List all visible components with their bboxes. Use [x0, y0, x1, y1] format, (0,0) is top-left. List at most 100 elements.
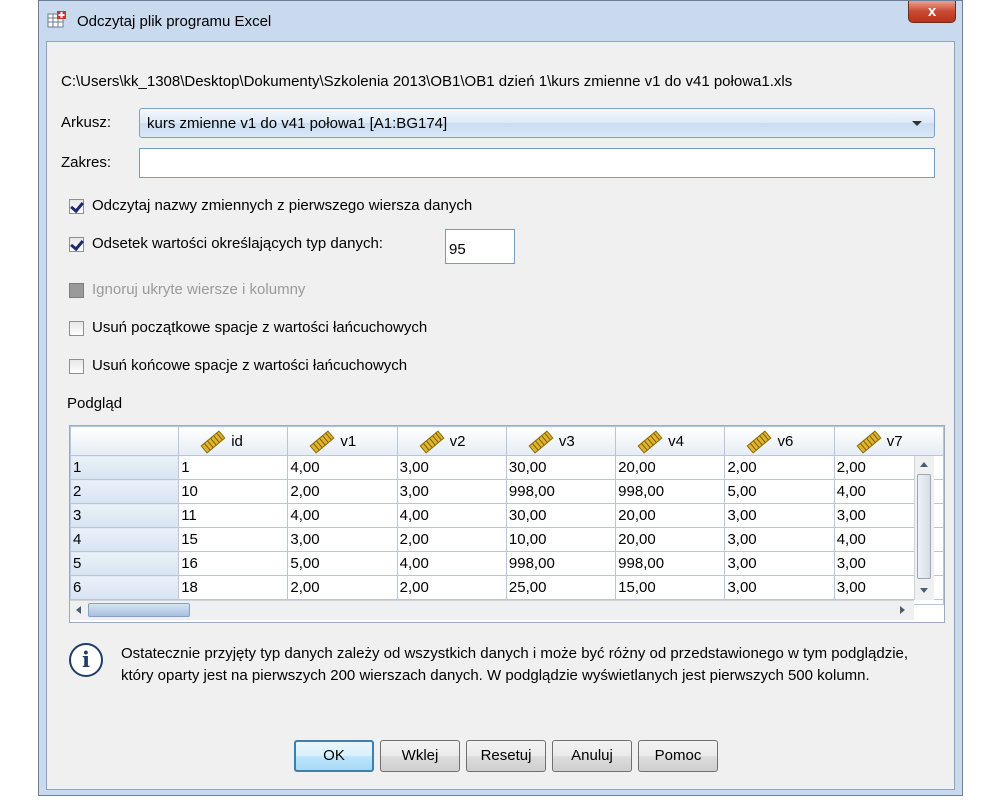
scroll-up-icon[interactable] [920, 462, 928, 467]
table-row[interactable]: 5 16 5,00 4,00 998,00 998,00 3,00 3,00 [70, 551, 944, 576]
table-cell: 2,00 [724, 455, 835, 480]
ok-button[interactable]: OK [294, 740, 374, 772]
remove-leading-checkbox[interactable] [69, 321, 84, 336]
row-header-cell: 6 [70, 575, 180, 600]
table-cell: 5,00 [724, 479, 835, 504]
table-cell: 10 [178, 479, 289, 504]
column-header-label: v7 [886, 432, 903, 450]
table-cell: 3,00 [724, 551, 835, 576]
table-cell: 5,00 [287, 551, 398, 576]
table-row[interactable]: 4 15 3,00 2,00 10,00 20,00 3,00 4,00 [70, 527, 944, 552]
help-button[interactable]: Pomoc [638, 740, 718, 772]
info-text: Ostatecznie przyjęty typ danych zależy o… [121, 645, 909, 684]
range-label: Zakres: [61, 154, 112, 171]
table-cell: 30,00 [505, 503, 617, 528]
scroll-down-icon[interactable] [920, 588, 928, 593]
row-header-cell: 1 [70, 455, 180, 480]
sheet-dropdown-value: kurs zmienne v1 do v41 połowa1 [A1:BG174… [147, 115, 448, 132]
table-cell: 25,00 [505, 575, 617, 600]
scroll-left-icon[interactable] [76, 606, 81, 614]
percent-input[interactable] [445, 229, 515, 264]
column-header-label: v6 [777, 432, 794, 450]
sheet-dropdown[interactable]: kurs zmienne v1 do v41 połowa1 [A1:BG174… [139, 108, 935, 138]
row-header-cell: 4 [70, 527, 180, 552]
table-cell: 4,00 [396, 551, 507, 576]
column-header-label: id [231, 432, 243, 450]
table-cell: 11 [178, 503, 289, 528]
ruler-icon [856, 429, 882, 454]
table-cell: 3,00 [724, 527, 835, 552]
table-cell: 998,00 [615, 479, 726, 504]
row-header-cell: 5 [70, 551, 180, 576]
ruler-icon [309, 429, 335, 454]
column-header[interactable]: v7 [833, 426, 944, 456]
table-row[interactable]: 3 11 4,00 4,00 30,00 20,00 3,00 3,00 [70, 503, 944, 528]
preview-header-row: id v1 v2 v3 v4 v6 v7 [70, 426, 944, 456]
horizontal-scrollbar[interactable] [70, 600, 914, 620]
table-cell: 2,00 [287, 479, 398, 504]
ruler-icon [747, 429, 772, 454]
read-names-checkbox[interactable] [69, 199, 84, 214]
table-cell: 998,00 [505, 479, 617, 504]
table-cell: 30,00 [505, 455, 617, 480]
read-names-label[interactable]: Odczytaj nazwy zmiennych z pierwszego wi… [92, 197, 472, 214]
table-cell: 4,00 [287, 455, 398, 480]
horizontal-scroll-thumb[interactable] [88, 603, 190, 617]
table-cell: 3,00 [724, 575, 835, 600]
column-header-label: v4 [668, 432, 685, 450]
column-header[interactable]: v6 [724, 426, 835, 456]
table-cell: 4,00 [396, 503, 507, 528]
table-cell: 4,00 [287, 503, 398, 528]
table-row[interactable]: 1 1 4,00 3,00 30,00 20,00 2,00 2,00 [70, 455, 944, 480]
table-cell: 20,00 [615, 527, 726, 552]
percent-label[interactable]: Odsetek wartości określających typ danyc… [92, 235, 383, 252]
dialog-window: Odczytaj plik programu Excel x C:\Users\… [38, 0, 963, 796]
table-cell: 15 [178, 527, 289, 552]
table-cell: 2,00 [396, 527, 507, 552]
paste-button[interactable]: Wklej [380, 740, 460, 772]
column-header[interactable]: id [178, 426, 289, 456]
remove-trailing-label[interactable]: Usuń końcowe spacje z wartości łańcuchow… [92, 357, 407, 374]
column-header[interactable]: v4 [615, 426, 726, 456]
dialog-client-area: C:\Users\kk_1308\Desktop\Dokumenty\Szkol… [46, 41, 955, 790]
row-header-cell: 3 [70, 503, 180, 528]
cancel-button[interactable]: Anuluj [552, 740, 632, 772]
table-cell: 16 [178, 551, 289, 576]
table-cell: 10,00 [505, 527, 617, 552]
reset-button[interactable]: Resetuj [466, 740, 546, 772]
table-cell: 20,00 [615, 503, 726, 528]
table-cell: 3,00 [724, 503, 835, 528]
chevron-down-icon[interactable] [912, 121, 922, 126]
column-header[interactable]: v1 [287, 426, 398, 456]
table-cell: 20,00 [615, 455, 726, 480]
range-input[interactable] [139, 148, 935, 178]
percent-checkbox[interactable] [69, 237, 84, 252]
table-cell: 3,00 [287, 527, 398, 552]
preview-grid[interactable]: id v1 v2 v3 v4 v6 v7 1 1 4,00 3,00 30,00 20,00 2,00 2… [69, 425, 945, 623]
table-cell: 2,00 [396, 575, 507, 600]
ruler-icon [637, 429, 663, 454]
column-header-label: v3 [558, 432, 575, 450]
vertical-scrollbar[interactable] [914, 456, 934, 600]
scroll-right-icon[interactable] [900, 606, 905, 614]
row-header-cell: 2 [70, 479, 180, 504]
title-bar[interactable]: Odczytaj plik programu Excel x [39, 1, 962, 41]
column-header[interactable]: v2 [396, 426, 507, 456]
vertical-scroll-thumb[interactable] [917, 474, 931, 579]
column-header[interactable]: v3 [505, 426, 617, 456]
table-row[interactable]: 6 18 2,00 2,00 25,00 15,00 3,00 3,00 [70, 575, 944, 600]
remove-trailing-checkbox[interactable] [69, 359, 84, 374]
preview-table: id v1 v2 v3 v4 v6 v7 1 1 4,00 3,00 30,00 20,00 2,00 2… [70, 426, 944, 605]
table-cell: 3,00 [396, 455, 507, 480]
table-cell: 1 [178, 455, 289, 480]
close-button[interactable]: x [908, 1, 956, 23]
preview-label: Podgląd [67, 395, 123, 412]
remove-leading-label[interactable]: Usuń początkowe spacje z wartości łańcuc… [92, 319, 427, 336]
table-cell: 3,00 [396, 479, 507, 504]
table-cell: 18 [178, 575, 289, 600]
table-row[interactable]: 2 10 2,00 3,00 998,00 998,00 5,00 4,00 [70, 479, 944, 504]
table-cell: 998,00 [505, 551, 617, 576]
table-cell: 998,00 [615, 551, 726, 576]
table-cell: 2,00 [287, 575, 398, 600]
file-path: C:\Users\kk_1308\Desktop\Dokumenty\Szkol… [61, 73, 793, 90]
